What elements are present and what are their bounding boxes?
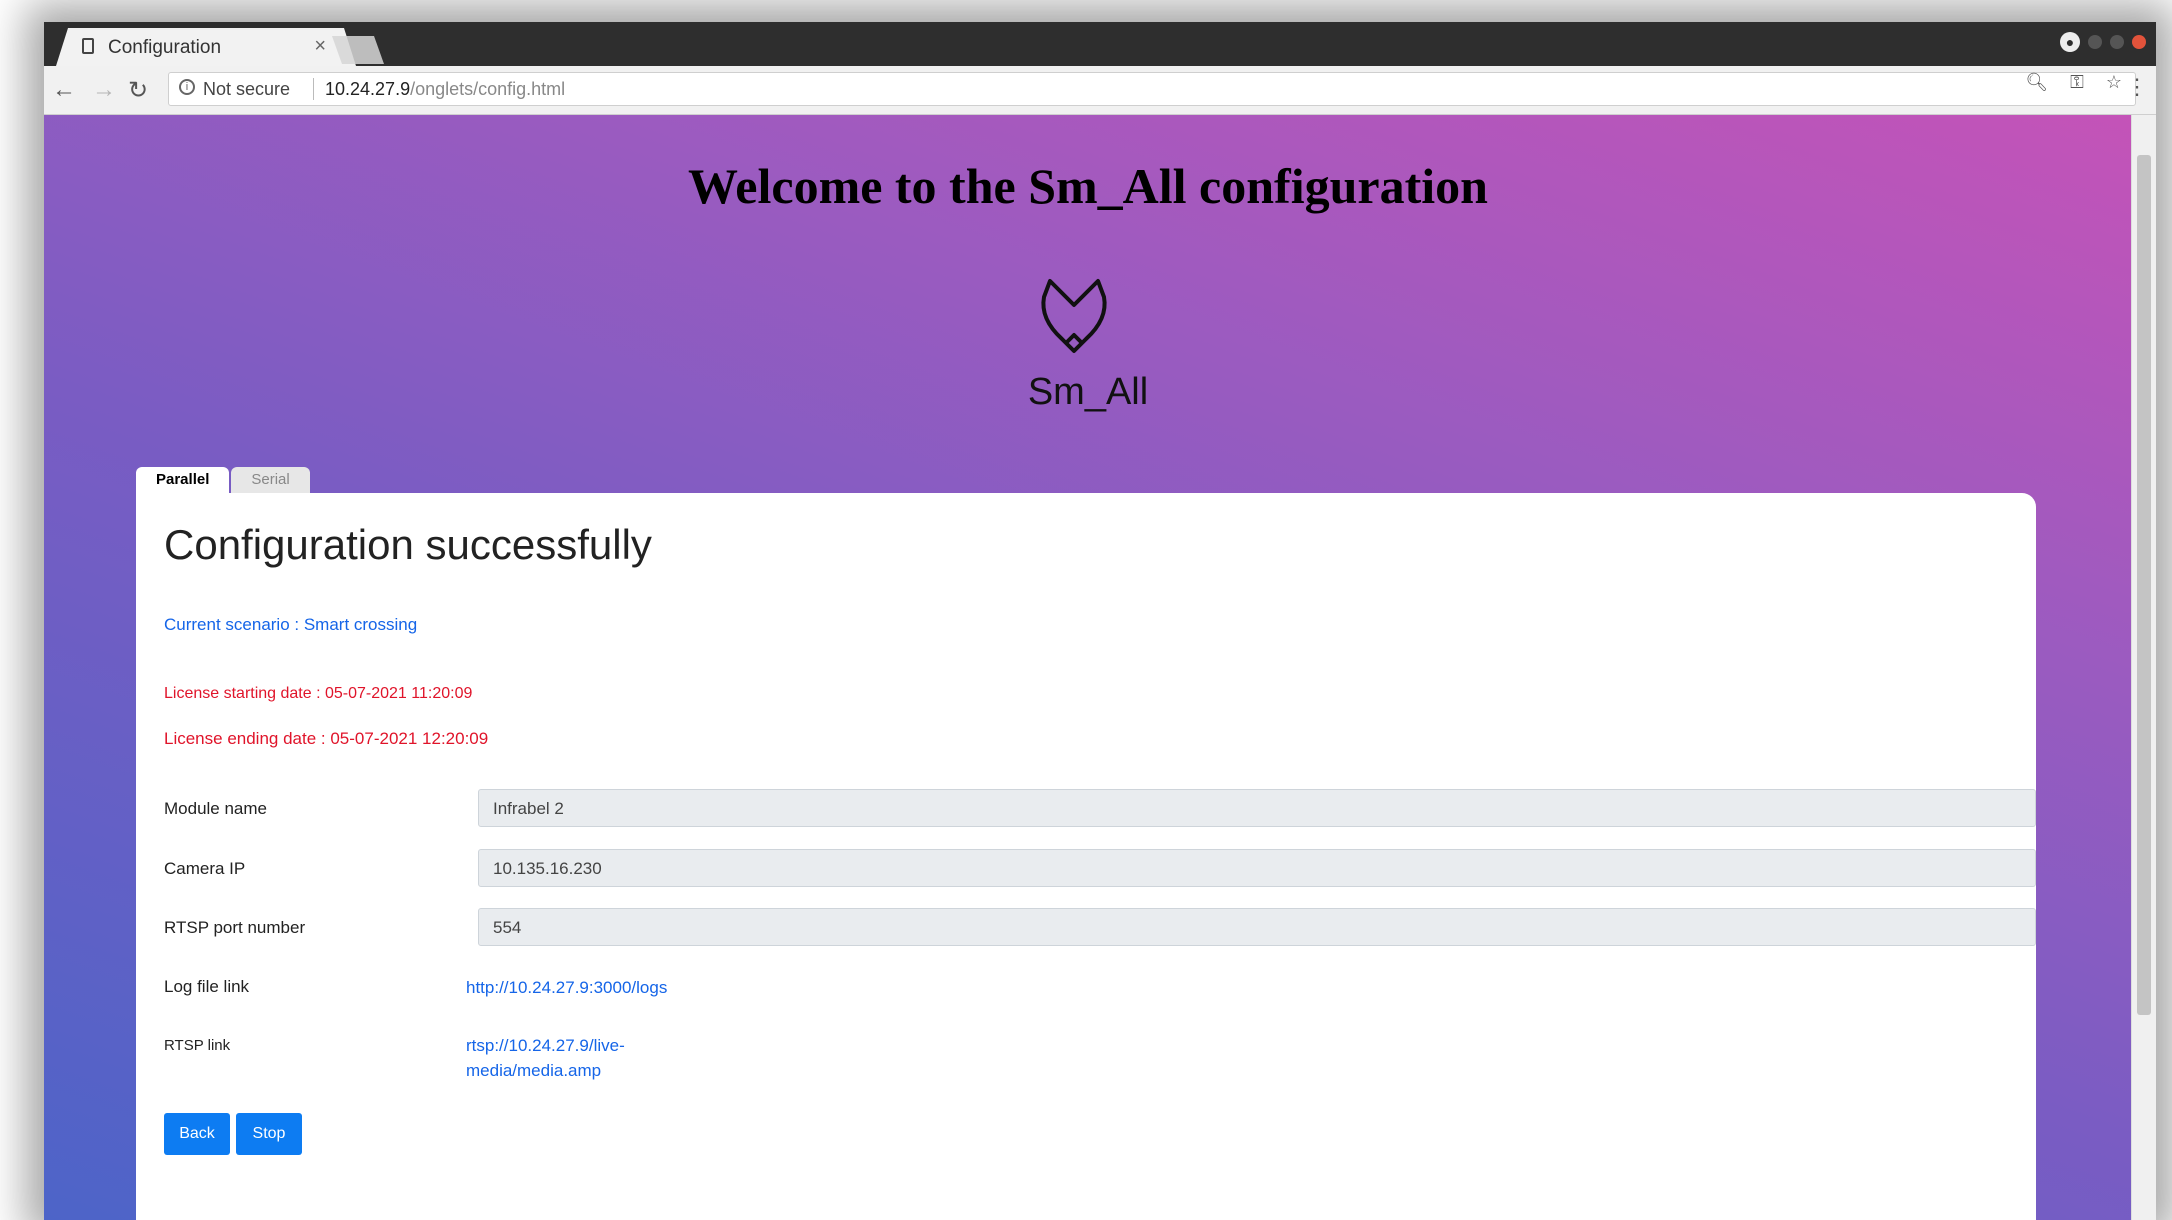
camera-ip-field[interactable]: 10.135.16.230 [478,849,2036,887]
bookmark-star-icon[interactable]: ☆ [2106,72,2122,93]
module-name-field[interactable]: Infrabel 2 [478,789,2036,827]
tab-close-icon[interactable]: × [314,35,326,58]
back-button[interactable]: Back [164,1113,230,1155]
page-heading: Welcome to the Sm_All configuration [688,158,1488,214]
reload-icon[interactable]: ↻ [128,76,148,105]
rtsp-link-line2[interactable]: media/media.amp [466,1058,601,1083]
tab-title: Configuration [108,37,222,58]
address-bar[interactable]: i Not secure 10.24.27.9/onglets/config.h… [168,72,2136,106]
browser-toolbar: ← → ↻ i Not secure 10.24.27.9/onglets/co… [44,66,2156,115]
user-profile-icon[interactable]: ● [2060,32,2080,52]
rtsp-port-row: RTSP port number 554 [164,908,2036,946]
key-icon[interactable]: ⚿ [2070,72,2084,93]
address-separator [313,78,314,100]
minimize-icon[interactable] [2088,35,2102,49]
rtsp-port-label: RTSP port number [164,918,306,937]
browser-window: Configuration × ● ← → ↻ i Not secure 10.… [44,22,2156,1220]
module-name-label: Module name [164,799,268,818]
stop-button[interactable]: Stop [236,1113,302,1155]
info-icon[interactable]: i [179,79,195,95]
tab-strip: Configuration × ● [44,22,2156,66]
tab-parallel[interactable]: Parallel [136,467,230,493]
log-file-row: Log file link [164,967,2036,1005]
address-bar-icons: 🔍︎ ⚿ ☆ [2025,72,2122,93]
not-secure-label[interactable]: Not secure [203,79,290,100]
camera-ip-row: Camera IP 10.135.16.230 [164,849,2036,887]
close-window-icon[interactable] [2132,35,2146,49]
window-controls: ● [2060,32,2146,52]
fox-logo-icon [1041,279,1107,353]
rtsp-link-line1[interactable]: rtsp://10.24.27.9/live- [466,1033,625,1058]
mode-tabs: Parallel Serial [136,467,310,493]
scrollbar-thumb[interactable] [2137,155,2151,1015]
tab-serial[interactable]: Serial [231,467,310,493]
config-title: Configuration successfully [164,521,652,568]
current-scenario: Current scenario : Smart crossing [164,615,418,634]
forward-arrow-icon[interactable]: → [92,76,116,104]
browser-tab[interactable]: Configuration × [56,28,356,66]
page-scrollbar[interactable] [2131,115,2156,1220]
url-text[interactable]: 10.24.27.9/onglets/config.html [325,79,565,100]
zoom-icon[interactable]: 🔍︎ [2025,72,2048,93]
browser-menu-icon[interactable]: ⋮ [2126,74,2148,100]
module-name-row: Module name Infrabel 2 [164,789,2036,827]
license-start-date: License starting date : 05-07-2021 11:20… [164,685,473,702]
config-card: Configuration successfully Current scena… [136,493,2036,1220]
maximize-icon[interactable] [2110,35,2124,49]
log-file-link[interactable]: http://10.24.27.9:3000/logs [466,975,667,1000]
rtsp-port-field[interactable]: 554 [478,908,2036,946]
page-icon [82,38,94,54]
page-content: Welcome to the Sm_All configuration Sm_A… [44,115,2132,1220]
logo-text: Sm_All [1027,371,1149,413]
log-file-label: Log file link [164,977,250,996]
rtsp-link-label: RTSP link [164,1037,231,1054]
url-path: /onglets/config.html [410,79,566,99]
camera-ip-label: Camera IP [164,859,246,878]
license-end-date: License ending date : 05-07-2021 12:20:0… [164,729,489,748]
rtsp-link-row: RTSP link [164,1027,2036,1065]
url-host: 10.24.27.9 [325,79,411,99]
back-arrow-icon[interactable]: ← [52,76,76,104]
